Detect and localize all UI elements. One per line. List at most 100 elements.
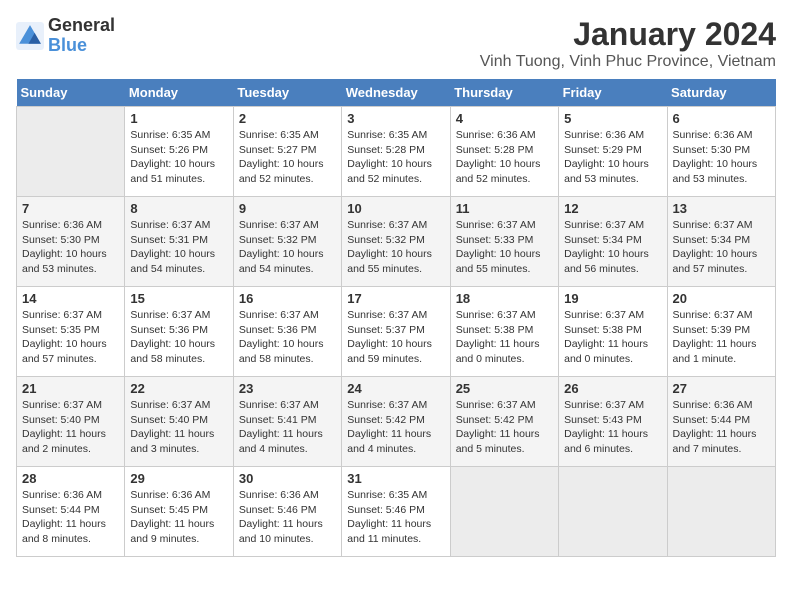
day-info: Sunrise: 6:36 AM Sunset: 5:44 PM Dayligh… [673,398,770,457]
day-info: Sunrise: 6:35 AM Sunset: 5:28 PM Dayligh… [347,128,444,187]
day-number: 17 [347,291,444,306]
day-number: 31 [347,471,444,486]
day-info: Sunrise: 6:37 AM Sunset: 5:35 PM Dayligh… [22,308,119,367]
calendar-week-row: 7 Sunrise: 6:36 AM Sunset: 5:30 PM Daylig… [17,197,776,287]
day-number: 25 [456,381,553,396]
calendar-cell: 18Sunrise: 6:37 AM Sunset: 5:38 PM Dayli… [450,287,558,377]
calendar-table: Sunday Monday Tuesday Wednesday Thursday… [16,79,776,557]
calendar-cell: 15 Sunrise: 6:37 AM Sunset: 5:36 PM Dayli… [125,287,233,377]
header-friday: Friday [559,79,667,107]
day-info: Sunrise: 6:37 AM Sunset: 5:42 PM Dayligh… [456,398,553,457]
calendar-cell: 22 Sunrise: 6:37 AM Sunset: 5:40 PM Dayli… [125,377,233,467]
day-info: Sunrise: 6:37 AM Sunset: 5:31 PM Dayligh… [130,218,227,277]
calendar-cell: 4 Sunrise: 6:36 AM Sunset: 5:28 PM Daylig… [450,107,558,197]
calendar-week-row: 21 Sunrise: 6:37 AM Sunset: 5:40 PM Dayli… [17,377,776,467]
calendar-cell: 2 Sunrise: 6:35 AM Sunset: 5:27 PM Daylig… [233,107,341,197]
day-number: 1 [130,111,227,126]
day-number: 20 [673,291,770,306]
day-number: 27 [673,381,770,396]
logo-icon [16,22,44,50]
day-info: Sunrise: 6:37 AM Sunset: 5:42 PM Dayligh… [347,398,444,457]
title-block: January 2024 Vinh Tuong, Vinh Phuc Provi… [480,16,776,71]
calendar-cell [17,107,125,197]
calendar-cell: 25 Sunrise: 6:37 AM Sunset: 5:42 PM Dayli… [450,377,558,467]
day-info: Sunrise: 6:37 AM Sunset: 5:38 PM Dayligh… [564,308,661,367]
header-tuesday: Tuesday [233,79,341,107]
day-info: Sunrise: 6:35 AM Sunset: 5:26 PM Dayligh… [130,128,227,187]
header-monday: Monday [125,79,233,107]
calendar-cell: 19 Sunrise: 6:37 AM Sunset: 5:38 PM Dayli… [559,287,667,377]
day-number: 10 [347,201,444,216]
calendar-cell [450,467,558,557]
calendar-cell: 9 Sunrise: 6:37 AM Sunset: 5:32 PM Daylig… [233,197,341,287]
day-info: Sunrise: 6:37 AM Sunset: 5:36 PM Dayligh… [239,308,336,367]
day-info: Sunrise: 6:37 AM Sunset: 5:43 PM Dayligh… [564,398,661,457]
calendar-cell [667,467,775,557]
day-info: Sunrise: 6:37 AM Sunset: 5:34 PM Dayligh… [564,218,661,277]
calendar-cell: 7 Sunrise: 6:36 AM Sunset: 5:30 PM Daylig… [17,197,125,287]
calendar-cell: 12Sunrise: 6:37 AM Sunset: 5:34 PM Dayli… [559,197,667,287]
day-number: 29 [130,471,227,486]
calendar-week-row: 14Sunrise: 6:37 AM Sunset: 5:35 PM Dayli… [17,287,776,377]
day-info: Sunrise: 6:37 AM Sunset: 5:36 PM Dayligh… [130,308,227,367]
calendar-cell: 17Sunrise: 6:37 AM Sunset: 5:37 PM Dayli… [342,287,450,377]
day-info: Sunrise: 6:36 AM Sunset: 5:29 PM Dayligh… [564,128,661,187]
day-info: Sunrise: 6:36 AM Sunset: 5:45 PM Dayligh… [130,488,227,547]
calendar-cell: 26 Sunrise: 6:37 AM Sunset: 5:43 PM Dayli… [559,377,667,467]
day-number: 9 [239,201,336,216]
logo: GeneralBlue [16,16,115,56]
calendar-cell: 20 Sunrise: 6:37 AM Sunset: 5:39 PM Dayli… [667,287,775,377]
day-number: 8 [130,201,227,216]
calendar-cell: 21 Sunrise: 6:37 AM Sunset: 5:40 PM Dayli… [17,377,125,467]
calendar-cell: 30Sunrise: 6:36 AM Sunset: 5:46 PM Dayli… [233,467,341,557]
day-number: 19 [564,291,661,306]
day-info: Sunrise: 6:37 AM Sunset: 5:40 PM Dayligh… [130,398,227,457]
day-info: Sunrise: 6:36 AM Sunset: 5:28 PM Dayligh… [456,128,553,187]
day-number: 28 [22,471,119,486]
calendar-cell: 10 Sunrise: 6:37 AM Sunset: 5:32 PM Dayli… [342,197,450,287]
calendar-cell: 8 Sunrise: 6:37 AM Sunset: 5:31 PM Daylig… [125,197,233,287]
calendar-cell: 31 Sunrise: 6:35 AM Sunset: 5:46 PM Dayli… [342,467,450,557]
day-info: Sunrise: 6:35 AM Sunset: 5:46 PM Dayligh… [347,488,444,547]
header-thursday: Thursday [450,79,558,107]
day-number: 22 [130,381,227,396]
day-info: Sunrise: 6:35 AM Sunset: 5:27 PM Dayligh… [239,128,336,187]
header-sunday: Sunday [17,79,125,107]
calendar-header-row: Sunday Monday Tuesday Wednesday Thursday… [17,79,776,107]
calendar-cell [559,467,667,557]
header-wednesday: Wednesday [342,79,450,107]
calendar-subtitle: Vinh Tuong, Vinh Phuc Province, Vietnam [480,53,776,71]
calendar-cell: 1 Sunrise: 6:35 AM Sunset: 5:26 PM Daylig… [125,107,233,197]
day-info: Sunrise: 6:36 AM Sunset: 5:44 PM Dayligh… [22,488,119,547]
day-number: 13 [673,201,770,216]
day-number: 15 [130,291,227,306]
calendar-title: January 2024 [480,16,776,53]
day-number: 6 [673,111,770,126]
day-number: 2 [239,111,336,126]
day-info: Sunrise: 6:36 AM Sunset: 5:30 PM Dayligh… [673,128,770,187]
calendar-cell: 27 Sunrise: 6:36 AM Sunset: 5:44 PM Dayli… [667,377,775,467]
day-info: Sunrise: 6:36 AM Sunset: 5:46 PM Dayligh… [239,488,336,547]
day-number: 4 [456,111,553,126]
calendar-cell: 3Sunrise: 6:35 AM Sunset: 5:28 PM Daylig… [342,107,450,197]
calendar-cell: 11Sunrise: 6:37 AM Sunset: 5:33 PM Dayli… [450,197,558,287]
day-number: 26 [564,381,661,396]
day-number: 7 [22,201,119,216]
calendar-cell: 24 Sunrise: 6:37 AM Sunset: 5:42 PM Dayli… [342,377,450,467]
day-info: Sunrise: 6:36 AM Sunset: 5:30 PM Dayligh… [22,218,119,277]
calendar-week-row: 28 Sunrise: 6:36 AM Sunset: 5:44 PM Dayli… [17,467,776,557]
calendar-cell: 29 Sunrise: 6:36 AM Sunset: 5:45 PM Dayli… [125,467,233,557]
calendar-cell: 23Sunrise: 6:37 AM Sunset: 5:41 PM Dayli… [233,377,341,467]
day-info: Sunrise: 6:37 AM Sunset: 5:32 PM Dayligh… [239,218,336,277]
day-number: 24 [347,381,444,396]
calendar-cell: 6 Sunrise: 6:36 AM Sunset: 5:30 PM Daylig… [667,107,775,197]
day-number: 23 [239,381,336,396]
day-info: Sunrise: 6:37 AM Sunset: 5:34 PM Dayligh… [673,218,770,277]
calendar-week-row: 1 Sunrise: 6:35 AM Sunset: 5:26 PM Daylig… [17,107,776,197]
day-number: 21 [22,381,119,396]
day-info: Sunrise: 6:37 AM Sunset: 5:39 PM Dayligh… [673,308,770,367]
day-info: Sunrise: 6:37 AM Sunset: 5:32 PM Dayligh… [347,218,444,277]
day-info: Sunrise: 6:37 AM Sunset: 5:40 PM Dayligh… [22,398,119,457]
day-number: 5 [564,111,661,126]
calendar-cell: 16Sunrise: 6:37 AM Sunset: 5:36 PM Dayli… [233,287,341,377]
